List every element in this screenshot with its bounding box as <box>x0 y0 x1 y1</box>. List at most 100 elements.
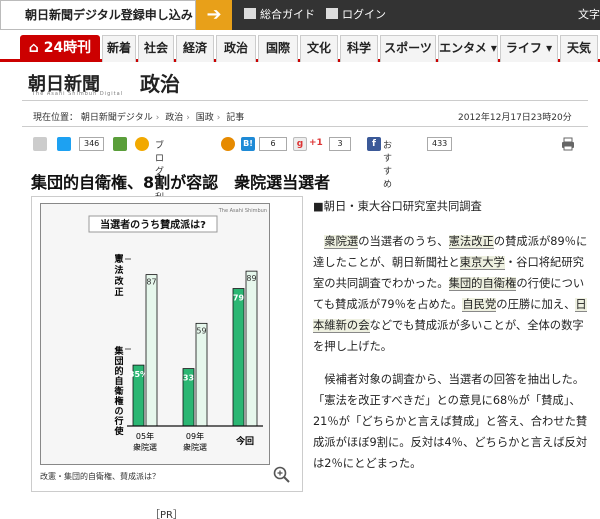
nav-item-seiji[interactable]: 政治 <box>216 35 256 62</box>
legend-char-shudan: の <box>114 406 123 417</box>
print-icon[interactable] <box>561 137 575 151</box>
article-link[interactable]: 衆院選 <box>324 235 359 249</box>
legend-char-shudan: 自 <box>114 375 123 387</box>
asahi-logo-sub: The Asahi Shimbun Digital <box>32 91 124 97</box>
guide-label: 総合ガイド <box>260 8 315 21</box>
chevron-right-icon: › <box>155 113 160 123</box>
chart-caption: 改憲・集団的自衛権、賛成派は？ <box>40 472 160 481</box>
article-link[interactable]: 集団的自衛権 <box>448 277 517 291</box>
legend-char-kenpo: 改 <box>114 275 124 287</box>
article-paragraph-1: 衆院選の当選者のうち、憲法改正の賛成派が89％に達したことが、朝日新聞社と東京大… <box>313 231 589 357</box>
bar-label-kenpo: 89 <box>246 274 256 283</box>
register-button[interactable]: 朝日新聞デジタル登録申し込み <box>0 0 196 30</box>
chevron-right-icon: › <box>186 113 190 123</box>
bar-chart: The Asahi Shimbun 当選者のうち賛成派は? 憲法改正集団的自衛権の行… <box>88 208 267 452</box>
article-link[interactable]: 東京大学 <box>459 256 505 270</box>
lock-icon <box>326 8 338 19</box>
category-label: 09年 <box>186 431 204 441</box>
nav-item-kokusai[interactable]: 国際 <box>258 35 298 62</box>
book-icon <box>244 8 256 19</box>
nav-item-entame[interactable]: エンタメ ▾ <box>438 35 498 62</box>
evernote-icon[interactable] <box>113 137 127 151</box>
bar-kenpo <box>195 322 208 427</box>
bar-label-kenpo: 59 <box>196 326 206 335</box>
legend-char-shudan: 衛 <box>113 385 123 397</box>
share-icon[interactable] <box>33 137 47 151</box>
publish-date: 2012年12月17日23時20分 <box>458 113 572 123</box>
legend-char-shudan: 団 <box>114 356 123 367</box>
article-text: の圧勝に加え、 <box>496 298 576 311</box>
nav-item-shinchaku[interactable]: 新着 <box>102 35 136 62</box>
bar-shudan <box>232 288 245 427</box>
legend-char-shudan: 行 <box>113 415 123 427</box>
bar-kenpo <box>145 274 158 427</box>
nav-item-keizai[interactable]: 経済 <box>176 35 214 62</box>
chart-title: 当選者のうち賛成派は? <box>100 218 206 231</box>
nav-item-life[interactable]: ライフ ▾ <box>500 35 558 62</box>
zoom-icon[interactable] <box>272 465 292 485</box>
category-label: 衆院選 <box>183 442 207 452</box>
article-link[interactable]: 自民党 <box>462 298 497 312</box>
main-nav: ⌂ 24時刊 新着 社会 経済 政治 国際 文化 科学 スポーツ エンタメ ▾ … <box>0 30 600 62</box>
bar-kenpo <box>245 270 258 427</box>
breadcrumb-item[interactable]: 国政 <box>196 113 214 123</box>
hatena-count: 6 <box>259 137 287 151</box>
article-body: ■朝日・東大谷口研究室共同調査 衆院選の当選者のうち、憲法改正の賛成派が89％に… <box>313 196 589 486</box>
legend-char-kenpo: 法 <box>114 264 123 276</box>
house-icon: ⌂ <box>28 40 39 56</box>
twitter-count: 346 <box>79 137 105 151</box>
legend-char-shudan: 集 <box>113 345 124 357</box>
legend-char-shudan: 権 <box>114 395 123 407</box>
bar-label-kenpo: 87 <box>146 278 156 287</box>
legend-char-kenpo: 憲 <box>113 253 123 265</box>
google-plus-icon[interactable]: g <box>293 137 307 151</box>
mixi-icon[interactable] <box>135 137 149 151</box>
breadcrumb-prefix: 現在位置： <box>33 113 79 123</box>
bar-label-shudan: 35% <box>129 370 148 379</box>
pr-label: ［PR］ <box>150 510 183 519</box>
article-headline: 集団的自衛権、8割が容認 衆院選当選者 <box>31 173 331 192</box>
guide-link[interactable]: 総合ガイド <box>244 0 315 30</box>
legend-char-shudan: 使 <box>113 425 124 437</box>
login-link[interactable]: ログイン <box>326 0 386 30</box>
nav-item-bunka[interactable]: 文化 <box>300 35 338 62</box>
gplus-count: 3 <box>329 137 351 151</box>
bar-label-shudan: 79 <box>233 294 245 303</box>
article-text: の当選者のうち、 <box>358 235 449 248</box>
chart-figure[interactable]: The Asahi Shimbun 当選者のうち賛成派は? 憲法改正集団的自衛権の行… <box>31 196 303 492</box>
chevron-right-icon: › <box>216 113 221 123</box>
gplus-label[interactable]: +1 <box>309 138 323 148</box>
top-bar: 朝日新聞デジタル登録申し込み ➔ 総合ガイド ログイン 文字 <box>0 0 600 30</box>
breadcrumb-item[interactable]: 朝日新聞デジタル <box>81 113 153 123</box>
category-label: 今回 <box>235 435 254 447</box>
divider <box>22 100 588 101</box>
nav-home-label: 24時刊 <box>43 40 92 56</box>
breadcrumb: 現在位置： 朝日新聞デジタル › 政治 › 国政 › 記事 <box>33 110 244 123</box>
login-label: ログイン <box>342 8 386 21</box>
article-link[interactable]: 憲法改正 <box>448 235 494 249</box>
article-paragraph-2: 候補者対象の調査から、当選者の回答を抽出した。「憲法を改正すべきだ」との意見に6… <box>313 373 588 470</box>
nav-item-shakai[interactable]: 社会 <box>138 35 174 62</box>
nav-item-sports[interactable]: スポーツ <box>380 35 436 62</box>
facebook-label[interactable]: おすすめ <box>383 138 392 190</box>
hatena-icon[interactable]: B! <box>241 137 255 151</box>
font-size-link[interactable]: 文字 <box>578 0 600 30</box>
twitter-icon[interactable] <box>57 137 71 151</box>
arrow-right-icon[interactable]: ➔ <box>196 0 232 30</box>
legend-char-shudan: 的 <box>114 365 123 377</box>
nav-home-24[interactable]: ⌂ 24時刊 <box>20 35 100 62</box>
section-title: 政治 <box>140 72 180 96</box>
category-label: 衆院選 <box>133 442 157 452</box>
blog-icon[interactable] <box>221 137 235 151</box>
facebook-icon[interactable]: f <box>367 137 381 151</box>
legend-char-kenpo: 正 <box>114 287 123 298</box>
breadcrumb-item[interactable]: 政治 <box>165 113 183 123</box>
nav-item-tenki[interactable]: 天気 <box>560 35 598 62</box>
chart-credit: The Asahi Shimbun <box>218 208 267 214</box>
chart-area: The Asahi Shimbun 当選者のうち賛成派は? 憲法改正集団的自衛権の行… <box>40 203 270 465</box>
bar-label-shudan: 33 <box>183 374 194 383</box>
article-lead: ■朝日・東大谷口研究室共同調査 <box>313 200 482 213</box>
category-label: 05年 <box>136 431 154 441</box>
nav-item-kagaku[interactable]: 科学 <box>340 35 378 62</box>
breadcrumb-item: 記事 <box>226 113 245 123</box>
